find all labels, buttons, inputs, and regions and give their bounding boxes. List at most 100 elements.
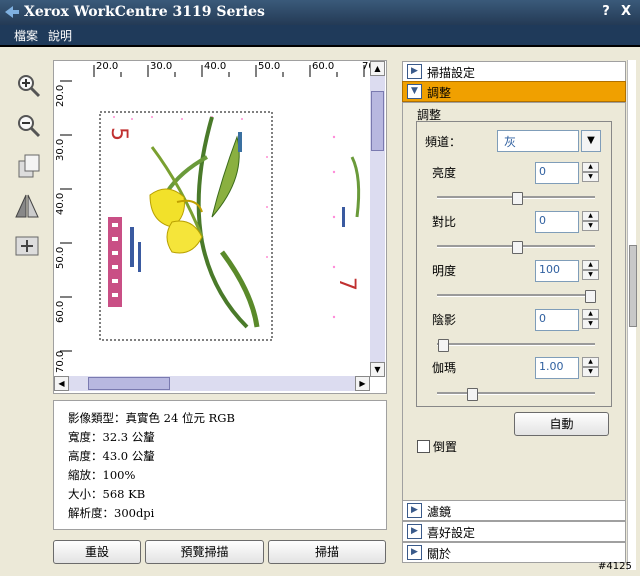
image-resolution: 解析度：300dpi [68,506,155,520]
panel-filter-label: 濾鏡 [427,505,452,519]
spin-down-icon[interactable]: ▼ [582,172,599,182]
channel-label: 頻道： [425,135,462,149]
highlight-slider-track[interactable] [437,294,595,297]
spin-up-icon[interactable]: ▲ [582,309,599,319]
channel-select[interactable]: 灰 [497,130,579,152]
chevron-right-icon: ▶ [407,503,422,518]
highlight-slider-handle[interactable] [585,290,596,303]
highlight-spinner[interactable]: ▲ ▼ [582,260,599,280]
ruler-left-label: 50.0 [55,246,66,269]
shadow-spinner[interactable]: ▲ ▼ [582,309,599,329]
scroll-up-button[interactable]: ▲ [370,61,385,76]
gamma-input[interactable]: 1.00 [535,357,579,379]
spin-down-icon[interactable]: ▼ [582,367,599,377]
gamma-value: 1.00 [539,360,564,373]
spin-down-icon[interactable]: ▼ [582,319,599,329]
image-zoom: 縮放：100% [68,468,136,482]
ruler-left-label: 40.0 [55,192,66,215]
shadow-value: 0 [539,312,546,325]
panel-scan-settings-label: 掃描設定 [427,66,476,80]
ruler-left-label: 30.0 [55,138,66,161]
shadow-slider-track[interactable] [437,343,595,346]
app-window: Xerox WorkCentre 3119 Series ? X 檔案 說明 2… [0,0,640,576]
preview-vertical-scrollbar[interactable]: ▲ ▼ [370,61,385,377]
invert-label: 倒置 [433,440,458,454]
image-height: 高度：43.0 公釐 [68,449,155,463]
menu-help[interactable]: 說明 [48,27,72,44]
auto-button[interactable]: 自動 [514,412,609,436]
panel-about-label: 關於 [427,547,452,561]
fit-page-icon[interactable] [14,233,40,259]
mirror-icon[interactable] [14,193,40,219]
close-button[interactable]: X [618,4,634,20]
svg-text:5: 5 [106,127,131,141]
highlight-value: 100 [539,263,560,276]
ruler-horizontal: 20.0 30.0 40.0 50.0 60.0 70 [72,61,375,77]
menu-file[interactable]: 檔案 [14,27,38,44]
zoom-in-icon[interactable] [16,73,42,99]
spin-up-icon[interactable]: ▲ [582,162,599,172]
brightness-slider-handle[interactable] [512,192,523,205]
help-button[interactable]: ? [598,4,614,20]
gamma-slider-track[interactable] [437,392,595,395]
image-info-panel: 影像類型：真實色 24 位元 RGB 寬度：32.3 公釐 高度：43.0 公釐… [53,400,387,530]
ruler-top-label: 60.0 [312,61,335,72]
shadow-input[interactable]: 0 [535,309,579,331]
scroll-thumb-horizontal[interactable] [88,377,170,390]
brightness-spinner[interactable]: ▲ ▼ [582,162,599,182]
right-panel-scroll-thumb[interactable] [629,245,637,327]
zoom-out-icon[interactable] [16,113,42,139]
panel-adjust-label: 調整 [427,86,452,100]
chevron-right-icon: ▶ [407,524,422,539]
scanned-stamp-image: 5 7 [99,111,361,341]
panel-filter[interactable]: ▶ 濾鏡 [402,500,626,521]
gamma-label: 伽瑪 [432,361,457,375]
spin-up-icon[interactable]: ▲ [582,260,599,270]
contrast-label: 對比 [432,215,457,229]
ruler-ticks-left [60,80,72,352]
spin-up-icon[interactable]: ▲ [582,211,599,221]
image-size: 大小：568 KB [68,487,146,501]
panel-about[interactable]: ▶ 關於 [402,542,626,563]
invert-checkbox[interactable] [417,440,430,453]
gamma-spinner[interactable]: ▲ ▼ [582,357,599,377]
window-title: Xerox WorkCentre 3119 Series [24,4,265,20]
svg-text:7: 7 [334,277,359,291]
contrast-slider-handle[interactable] [512,241,523,254]
scroll-down-button[interactable]: ▼ [370,362,385,377]
ruler-top-label: 50.0 [258,61,281,72]
scanned-page: 5 7 [72,77,370,374]
preview-canvas[interactable]: 5 7 [72,77,370,374]
scan-button[interactable]: 掃描 [268,540,386,564]
channel-value: 灰 [504,135,517,149]
right-panel-scrollbar[interactable] [627,60,637,570]
chevron-down-icon: ▼ [407,84,422,99]
spin-up-icon[interactable]: ▲ [582,357,599,367]
contrast-spinner[interactable]: ▲ ▼ [582,211,599,231]
spin-down-icon[interactable]: ▼ [582,221,599,231]
brightness-label: 亮度 [432,166,457,180]
panel-preferences[interactable]: ▶ 喜好設定 [402,521,626,542]
scroll-left-button[interactable]: ◀ [54,376,69,391]
panel-scan-settings[interactable]: ▶ 掃描設定 [402,61,626,82]
highlight-label: 明度 [432,264,457,278]
highlight-input[interactable]: 100 [535,260,579,282]
contrast-input[interactable]: 0 [535,211,579,233]
spin-down-icon[interactable]: ▼ [582,270,599,280]
ruler-left-label: 20.0 [55,84,66,107]
ruler-left-label: 60.0 [55,300,66,323]
panel-adjust[interactable]: ▼ 調整 [402,81,626,102]
rotate-icon[interactable] [16,153,42,179]
ruler-top-label: 40.0 [204,61,227,72]
image-type: 影像類型：真實色 24 位元 RGB [68,411,235,425]
reset-button[interactable]: 重設 [53,540,141,564]
shadow-slider-handle[interactable] [438,339,449,352]
gamma-slider-handle[interactable] [467,388,478,401]
preview-horizontal-scrollbar[interactable]: ◀ ▶ [54,376,370,391]
scroll-thumb-vertical[interactable] [371,91,384,151]
channel-dropdown-arrow[interactable]: ▼ [581,130,601,152]
scroll-right-button[interactable]: ▶ [355,376,370,391]
contrast-value: 0 [539,214,546,227]
brightness-input[interactable]: 0 [535,162,579,184]
preview-scan-button[interactable]: 預覽掃描 [145,540,264,564]
